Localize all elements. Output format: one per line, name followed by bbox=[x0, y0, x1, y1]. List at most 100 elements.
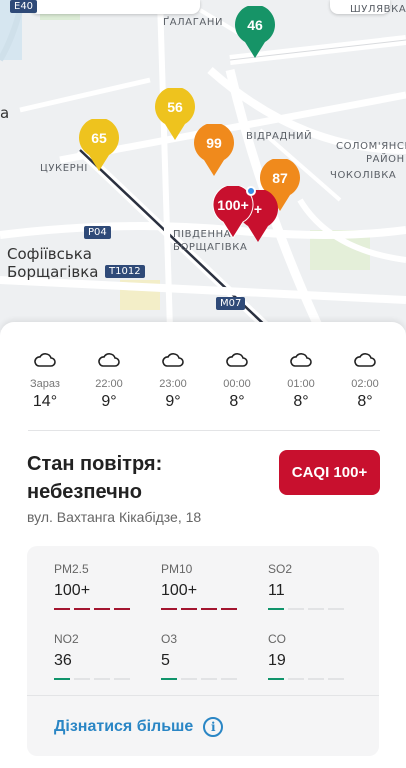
cloud-icon bbox=[98, 353, 120, 367]
cloud-icon bbox=[290, 353, 312, 367]
level-segment bbox=[161, 678, 177, 680]
forecast-time: Зараз bbox=[30, 378, 60, 390]
marker-value: 65 bbox=[91, 130, 107, 146]
air-status-title: Стан повітря: небезпечно bbox=[27, 453, 163, 503]
cloud-icon bbox=[162, 353, 184, 367]
forecast-item: 23:00 9° bbox=[148, 352, 198, 411]
forecast-time: 23:00 bbox=[159, 378, 187, 390]
level-segment bbox=[308, 608, 324, 610]
air-quality-map[interactable]: E40 P04 T1012 M07 ҐАЛАГАНИ ШУЛЯВКА ВІДРА… bbox=[0, 0, 406, 330]
pollutant-so2: SO2 11 bbox=[268, 562, 360, 610]
map-label-solomianskyi: СОЛОМ'ЯНСЬКИЙ bbox=[336, 141, 406, 152]
pollutant-value: 11 bbox=[268, 582, 285, 599]
hourly-forecast: Зараз 14° 22:00 9° 23:00 9° 00:00 8° 01:… bbox=[20, 352, 390, 411]
forecast-item: Зараз 14° bbox=[20, 352, 70, 411]
forecast-divider bbox=[28, 430, 380, 431]
level-segment bbox=[54, 608, 70, 610]
learn-more-label: Дізнатися більше bbox=[54, 718, 194, 735]
pollutant-name: PM10 bbox=[161, 562, 193, 576]
cloud-icon bbox=[34, 353, 56, 367]
location-address: вул. Вахтанга Кікабідзе, 18 bbox=[27, 509, 202, 525]
level-segment bbox=[181, 678, 197, 680]
forecast-time: 22:00 bbox=[95, 378, 123, 390]
level-segment bbox=[268, 678, 284, 680]
map-label-shuliavka: ШУЛЯВКА bbox=[350, 4, 406, 15]
pollutant-level-bar bbox=[161, 608, 253, 610]
pollutant-name: NO2 bbox=[54, 632, 79, 646]
forecast-temp: 8° bbox=[293, 393, 309, 410]
forecast-item: 22:00 9° bbox=[84, 352, 134, 411]
level-segment bbox=[328, 608, 344, 610]
road-badge-e40: E40 bbox=[10, 0, 38, 13]
forecast-time: 02:00 bbox=[351, 378, 379, 390]
pollutant-name: O3 bbox=[161, 632, 178, 646]
pollutant-value: 100+ bbox=[161, 582, 198, 599]
level-segment bbox=[161, 608, 177, 610]
forecast-item: 00:00 8° bbox=[212, 352, 262, 411]
map-label-halahany: ҐАЛАГАНИ bbox=[163, 17, 224, 28]
pollutant-level-bar bbox=[268, 608, 360, 610]
cloud-icon bbox=[354, 353, 376, 367]
pollutant-co: CO 19 bbox=[268, 632, 360, 680]
pollutant-pm10: PM10 100+ bbox=[161, 562, 253, 610]
level-segment bbox=[221, 608, 237, 610]
pollutants-divider bbox=[27, 695, 379, 696]
pollutant-level-bar bbox=[54, 678, 146, 680]
aqi-marker[interactable]: 65 bbox=[78, 119, 120, 173]
aqi-marker[interactable]: 46 bbox=[234, 6, 276, 60]
forecast-item: 01:00 8° bbox=[276, 352, 326, 411]
level-segment bbox=[328, 678, 344, 680]
road-badge-t1012: T1012 bbox=[105, 265, 145, 278]
level-segment bbox=[268, 608, 284, 610]
level-segment bbox=[114, 608, 130, 610]
pollutant-value: 36 bbox=[54, 652, 72, 669]
caqi-button[interactable]: CAQI 100+ bbox=[279, 450, 380, 495]
forecast-temp: 9° bbox=[165, 393, 181, 410]
marker-value: 46 bbox=[247, 17, 263, 33]
marker-value: 87 bbox=[272, 170, 288, 186]
level-segment bbox=[114, 678, 130, 680]
map-label-sofiivska-1: Софіївська bbox=[7, 245, 92, 263]
pollutant-value: 5 bbox=[161, 652, 170, 669]
level-segment bbox=[201, 678, 217, 680]
level-segment bbox=[288, 678, 304, 680]
learn-more-link[interactable]: Дізнатися більше i bbox=[54, 717, 224, 737]
pollutant-name: PM2.5 bbox=[54, 562, 89, 576]
level-segment bbox=[221, 678, 237, 680]
level-segment bbox=[181, 608, 197, 610]
road-badge-p04: P04 bbox=[84, 226, 111, 239]
pollutant-no2: NO2 36 bbox=[54, 632, 146, 680]
pollutants-card: PM2.5 100+ PM10 100+ SO2 11 NO2 36 O3 5 … bbox=[27, 546, 379, 756]
map-label-raion: РАЙОН bbox=[366, 154, 405, 165]
search-card-edge[interactable] bbox=[30, 0, 200, 14]
level-segment bbox=[74, 608, 90, 610]
level-segment bbox=[94, 678, 110, 680]
level-segment bbox=[201, 608, 217, 610]
level-segment bbox=[94, 608, 110, 610]
forecast-temp: 8° bbox=[229, 393, 245, 410]
level-segment bbox=[308, 678, 324, 680]
aqi-marker[interactable]: 99 bbox=[193, 124, 235, 178]
forecast-time: 01:00 bbox=[287, 378, 315, 390]
forecast-temp: 8° bbox=[357, 393, 373, 410]
info-icon: i bbox=[203, 717, 224, 737]
forecast-item: 02:00 8° bbox=[340, 352, 390, 411]
air-quality-sheet: Зараз 14° 22:00 9° 23:00 9° 00:00 8° 01:… bbox=[0, 322, 406, 768]
map-label-vidradnyi: ВІДРАДНИЙ bbox=[246, 131, 313, 142]
level-segment bbox=[288, 608, 304, 610]
pollutant-name: SO2 bbox=[268, 562, 293, 576]
pollutant-pm25: PM2.5 100+ bbox=[54, 562, 146, 610]
aqi-marker[interactable]: 56 bbox=[154, 88, 196, 142]
pollutant-level-bar bbox=[161, 678, 253, 680]
map-label-sofiivska-2: Борщагівка bbox=[7, 263, 99, 281]
pollutant-value: 100+ bbox=[54, 582, 91, 599]
pollutant-value: 19 bbox=[268, 652, 286, 669]
marker-value: 99 bbox=[206, 135, 222, 151]
marker-value: 100+ bbox=[217, 197, 249, 213]
road-badge-m07: M07 bbox=[216, 297, 246, 310]
map-label-partial: а bbox=[0, 104, 10, 122]
marker-value: 56 bbox=[167, 99, 183, 115]
level-segment bbox=[54, 678, 70, 680]
current-location-dot bbox=[246, 186, 256, 196]
forecast-temp: 14° bbox=[32, 393, 58, 410]
